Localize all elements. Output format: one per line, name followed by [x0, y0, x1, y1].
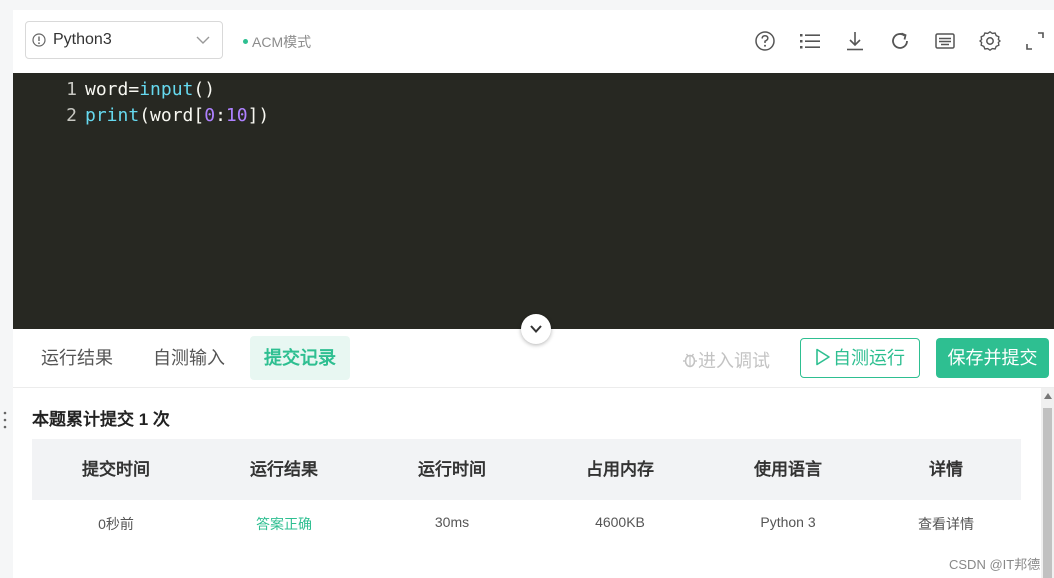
language-select[interactable]: Python3 — [25, 21, 223, 59]
collapse-editor-button[interactable] — [521, 314, 551, 344]
editor-toolbar: Python3 ACM模式 — [13, 10, 1054, 73]
line-number: 1 — [66, 79, 77, 100]
bug-icon — [683, 353, 697, 368]
scrollbar-thumb[interactable] — [1043, 408, 1052, 578]
settings-icon[interactable] — [979, 30, 1001, 52]
download-icon[interactable] — [844, 30, 866, 52]
code-token: 10 — [225, 105, 248, 126]
watermark: CSDN @IT邦德 — [949, 557, 1041, 572]
submission-count: 本题累计提交 1 次 — [32, 410, 170, 429]
acm-mode-label: ACM模式 — [252, 34, 312, 50]
table-header: 提交时间 运行结果 运行时间 占用内存 使用语言 详情 — [32, 439, 1021, 500]
tab-self-test-input[interactable]: 自测输入 — [139, 336, 239, 380]
submission-records-panel: 本题累计提交 1 次 提交时间 运行结果 运行时间 占用内存 使用语言 详情 0… — [13, 388, 1041, 578]
column-header: 运行结果 — [250, 460, 318, 479]
acm-mode-badge: ACM模式 — [243, 32, 311, 52]
cell-language: Python 3 — [760, 514, 816, 530]
list-icon[interactable] — [799, 30, 821, 52]
column-header: 占用内存 — [586, 460, 654, 479]
self-run-button[interactable]: 自测运行 — [800, 338, 920, 378]
self-run-label: 自测运行 — [833, 348, 905, 368]
keyboard-icon[interactable] — [934, 30, 956, 52]
code-token: ]) — [247, 105, 270, 126]
debug-label: 进入调试 — [698, 351, 770, 371]
code-token: () — [193, 79, 216, 100]
cell-memory: 4600KB — [595, 514, 645, 530]
drag-handle-icon[interactable] — [3, 410, 7, 430]
code-text: print(word[0:10]) — [85, 105, 269, 126]
code-editor[interactable]: 1 word=input() 2 print(word[0:10]) — [13, 73, 1054, 329]
code-text: word=input() — [85, 79, 215, 100]
view-detail-link[interactable]: 查看详情 — [862, 514, 1030, 534]
column-header: 提交时间 — [82, 460, 150, 479]
cell-runtime: 30ms — [434, 514, 470, 530]
status-dot — [243, 38, 248, 44]
scrollbar[interactable] — [1041, 388, 1054, 578]
fullscreen-icon[interactable] — [1024, 30, 1046, 52]
scroll-up-icon[interactable] — [1044, 393, 1052, 399]
column-header: 详情 — [929, 460, 963, 479]
play-icon — [816, 348, 830, 366]
language-label: Python3 — [53, 31, 112, 48]
code-token: : — [215, 105, 226, 126]
code-token: (word[ — [139, 105, 205, 126]
chevron-down-icon — [530, 325, 542, 333]
tab-submission-records[interactable]: 提交记录 — [250, 336, 350, 380]
reload-icon[interactable] — [889, 30, 911, 52]
column-header: 运行时间 — [418, 460, 486, 479]
chevron-down-icon — [196, 36, 210, 44]
info-icon — [32, 33, 46, 47]
column-header: 使用语言 — [754, 460, 822, 479]
code-token: 0 — [204, 105, 216, 126]
save-submit-button[interactable]: 保存并提交 — [936, 338, 1049, 378]
cell-submit-time: 0秒前 — [98, 516, 134, 532]
line-number: 2 — [66, 105, 77, 126]
code-token: word= — [85, 79, 140, 100]
help-icon[interactable] — [754, 30, 776, 52]
cell-result: 答案正确 — [256, 516, 312, 532]
debug-button[interactable]: 进入调试 — [682, 347, 770, 373]
tab-run-result[interactable]: 运行结果 — [27, 336, 127, 380]
code-token: input — [139, 79, 194, 100]
code-token: print — [85, 105, 140, 126]
